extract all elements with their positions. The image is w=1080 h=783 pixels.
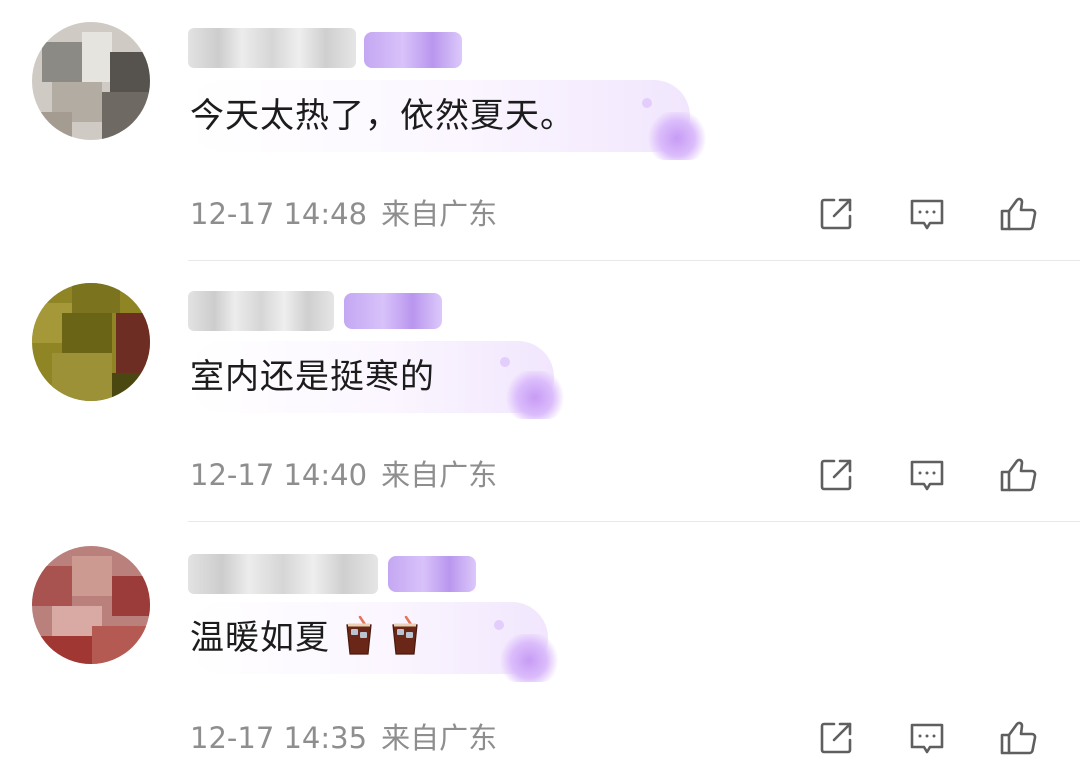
comment-item: 今天太热了，依然夏天。 12-17 14:48 来自广东	[0, 0, 1080, 261]
like-button[interactable]	[996, 192, 1040, 236]
username-blurred[interactable]	[188, 28, 356, 68]
share-icon	[820, 459, 852, 491]
comment-location: 来自广东	[381, 458, 498, 492]
share-button[interactable]	[814, 716, 858, 760]
iced-drink-icon	[346, 615, 372, 655]
thumbs-up-icon	[1000, 197, 1037, 231]
thumbs-up-icon	[1000, 721, 1037, 755]
comment-item: 室内还是挺寒的 12-17 14:40 来自广东	[0, 261, 1080, 522]
avatar[interactable]	[32, 283, 150, 401]
comment-text-content: 温暖如夏	[190, 618, 330, 658]
username-blurred[interactable]	[188, 554, 378, 594]
comment-icon	[910, 460, 944, 491]
username-blurred[interactable]	[188, 291, 334, 331]
comment-meta: 12-17 14:48 来自广东	[190, 194, 497, 234]
comment-text: 室内还是挺寒的	[190, 357, 435, 397]
avatar[interactable]	[32, 22, 150, 140]
bubble-decoration	[494, 620, 558, 682]
comment-meta: 12-17 14:35 来自广东	[190, 718, 497, 758]
share-icon	[820, 722, 852, 754]
bubble-decoration	[642, 98, 706, 160]
thumbs-up-icon	[1000, 458, 1037, 492]
comment-icon	[910, 199, 944, 230]
bubble-decoration	[500, 357, 564, 419]
share-button[interactable]	[814, 192, 858, 236]
reply-button[interactable]	[905, 192, 949, 236]
comment-time: 12-17 14:40	[190, 458, 368, 492]
comment-location: 来自广东	[381, 721, 498, 755]
iced-drink-icon	[392, 615, 418, 655]
like-button[interactable]	[996, 716, 1040, 760]
share-button[interactable]	[814, 453, 858, 497]
like-button[interactable]	[996, 453, 1040, 497]
comment-text: 温暖如夏	[190, 602, 430, 674]
comment-icon	[910, 723, 944, 754]
comment-time: 12-17 14:48	[190, 197, 368, 231]
reply-button[interactable]	[905, 453, 949, 497]
share-icon	[820, 198, 852, 230]
user-badge	[364, 32, 462, 68]
user-badge	[388, 556, 476, 592]
user-badge	[344, 293, 442, 329]
avatar[interactable]	[32, 546, 150, 664]
reply-button[interactable]	[905, 716, 949, 760]
comment-text: 今天太热了，依然夏天。	[190, 96, 575, 136]
comment-meta: 12-17 14:40 来自广东	[190, 455, 497, 495]
comment-item: 温暖如夏 12-17 14:35 来自广东	[0, 522, 1080, 783]
comment-time: 12-17 14:35	[190, 721, 368, 755]
comment-location: 来自广东	[381, 197, 498, 231]
